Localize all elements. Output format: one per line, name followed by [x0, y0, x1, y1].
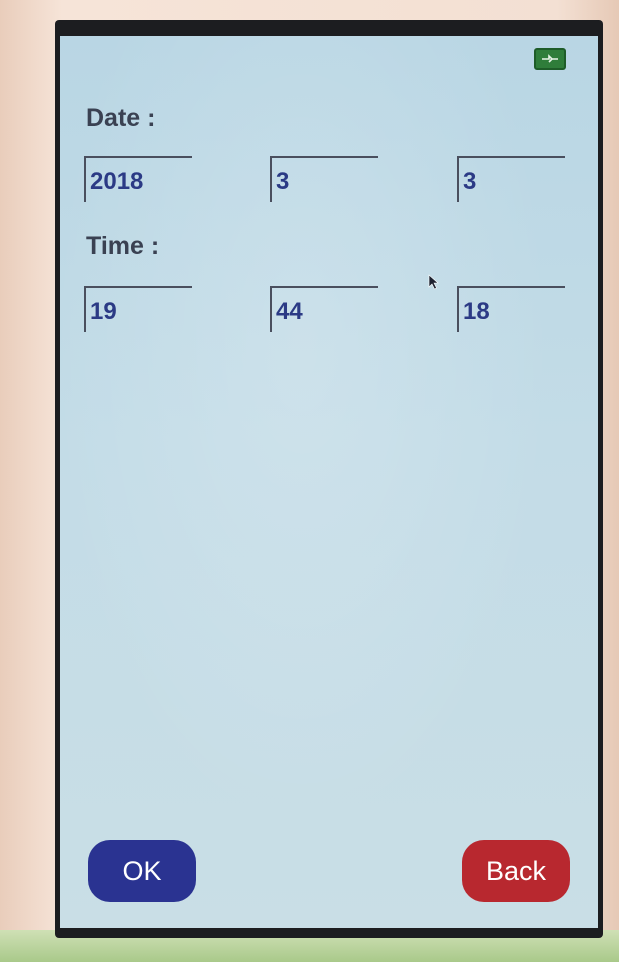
touch-screen: Date : Time : OK Back [60, 36, 598, 928]
date-label: Date : [86, 104, 156, 132]
ok-button[interactable]: OK [88, 840, 196, 902]
mouse-pointer-icon [428, 274, 440, 295]
second-field[interactable] [457, 286, 565, 332]
time-label: Time : [86, 232, 160, 260]
year-field[interactable] [84, 156, 192, 202]
device-casing: Date : Time : OK Back [0, 0, 619, 962]
back-button[interactable]: Back [462, 840, 570, 902]
battery-charging-icon [534, 48, 566, 70]
month-field[interactable] [270, 156, 378, 202]
second-input[interactable] [463, 298, 559, 326]
minute-field[interactable] [270, 286, 378, 332]
year-input[interactable] [90, 168, 186, 196]
month-input[interactable] [276, 168, 372, 196]
day-field[interactable] [457, 156, 565, 202]
hour-field[interactable] [84, 286, 192, 332]
minute-input[interactable] [276, 298, 372, 326]
day-input[interactable] [463, 168, 559, 196]
hour-input[interactable] [90, 298, 186, 326]
